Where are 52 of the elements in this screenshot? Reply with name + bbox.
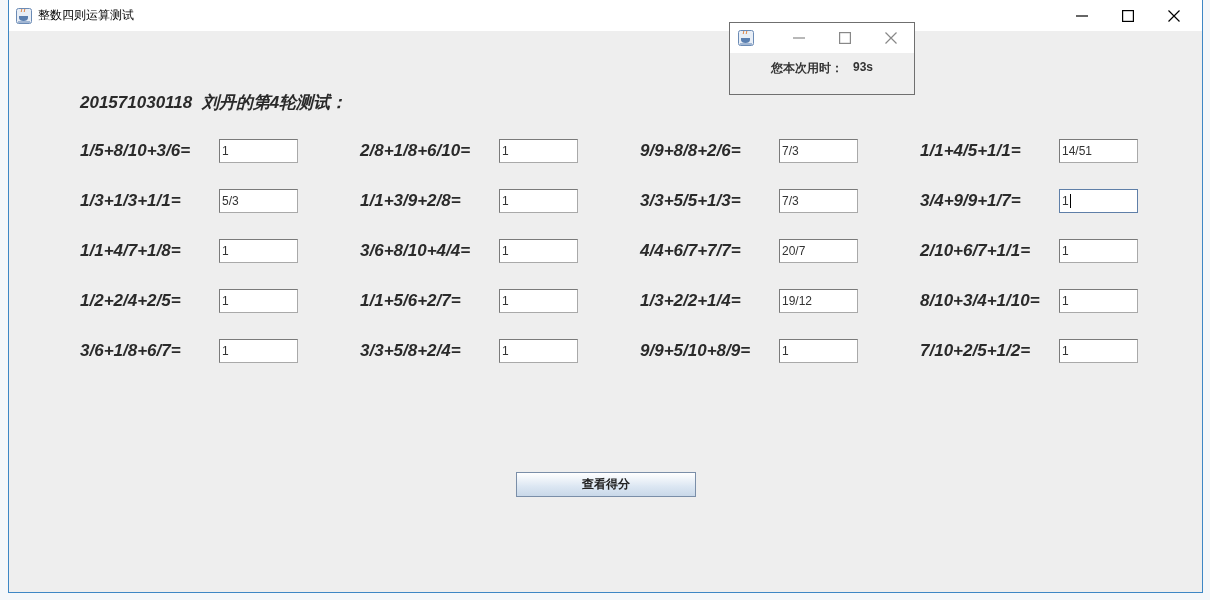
answer-field[interactable]: 19/12 — [779, 289, 858, 313]
math-expression: 3/3+5/5+1/3= — [640, 191, 742, 211]
math-expression: 9/9+8/8+2/6= — [640, 141, 742, 161]
answer-field[interactable]: 1 — [1059, 239, 1138, 263]
answer-field[interactable]: 1 — [499, 239, 578, 263]
math-expression: 3/6+1/8+6/7= — [80, 341, 182, 361]
math-expression: 2/8+1/8+6/10= — [360, 141, 472, 161]
math-expression: 7/10+2/5+1/2= — [920, 341, 1032, 361]
answer-field[interactable]: 7/3 — [779, 139, 858, 163]
window-title: 整数四则运算测试 — [38, 7, 135, 24]
answer-field[interactable]: 14/51 — [1059, 139, 1138, 163]
answer-field[interactable]: 1 — [1059, 339, 1138, 363]
math-expression: 1/1+5/6+2/7= — [360, 291, 462, 311]
answer-field[interactable]: 1 — [499, 289, 578, 313]
answer-field[interactable]: 1 — [219, 339, 298, 363]
math-expression: 1/3+2/2+1/4= — [640, 291, 742, 311]
answer-field[interactable]: 5/3 — [219, 189, 298, 213]
math-expression: 4/4+6/7+7/7= — [640, 241, 742, 261]
app-icon — [16, 7, 32, 24]
elapsed-time-label: 您本次用时： — [771, 60, 843, 77]
answer-field[interactable]: 1 — [1059, 289, 1138, 313]
math-expression: 3/3+5/8+2/4= — [360, 341, 462, 361]
math-expression: 1/1+3/9+2/8= — [360, 191, 462, 211]
close-icon — [885, 32, 897, 44]
answer-field[interactable]: 1 — [219, 139, 298, 163]
answer-field[interactable]: 7/3 — [779, 189, 858, 213]
math-expression: 1/1+4/7+1/8= — [80, 241, 182, 261]
math-expression: 1/5+8/10+3/6= — [80, 141, 192, 161]
maximize-icon — [839, 32, 851, 44]
answer-field[interactable]: 1 — [499, 139, 578, 163]
text-cursor — [1069, 194, 1071, 208]
answer-field[interactable]: 1 — [1059, 189, 1138, 213]
math-expression: 3/4+9/9+1/7= — [920, 191, 1022, 211]
math-expression: 1/1+4/5+1/1= — [920, 141, 1022, 161]
maximize-icon — [1122, 9, 1134, 22]
answer-field[interactable]: 1 — [219, 289, 298, 313]
elapsed-time-value: 93s — [853, 60, 873, 76]
answer-field[interactable]: 1 — [499, 339, 578, 363]
answer-field[interactable]: 1 — [779, 339, 858, 363]
close-icon — [1168, 9, 1180, 22]
math-expression: 2/10+6/7+1/1= — [920, 241, 1032, 261]
answer-field[interactable]: 1 — [499, 189, 578, 213]
math-expression: 9/9+5/10+8/9= — [640, 341, 752, 361]
math-expression: 1/2+2/4+2/5= — [80, 291, 182, 311]
test-heading: 201571030118 刘丹的第4轮测试： — [80, 92, 349, 114]
math-expression: 1/3+1/3+1/1= — [80, 191, 182, 211]
app-icon — [738, 30, 754, 46]
answer-field[interactable]: 1 — [219, 239, 298, 263]
math-expression: 3/6+8/10+4/4= — [360, 241, 472, 261]
answer-field[interactable]: 20/7 — [779, 239, 858, 263]
math-expression: 8/10+3/4+1/10= — [920, 291, 1041, 311]
view-score-button[interactable]: 查看得分 — [515, 472, 696, 497]
